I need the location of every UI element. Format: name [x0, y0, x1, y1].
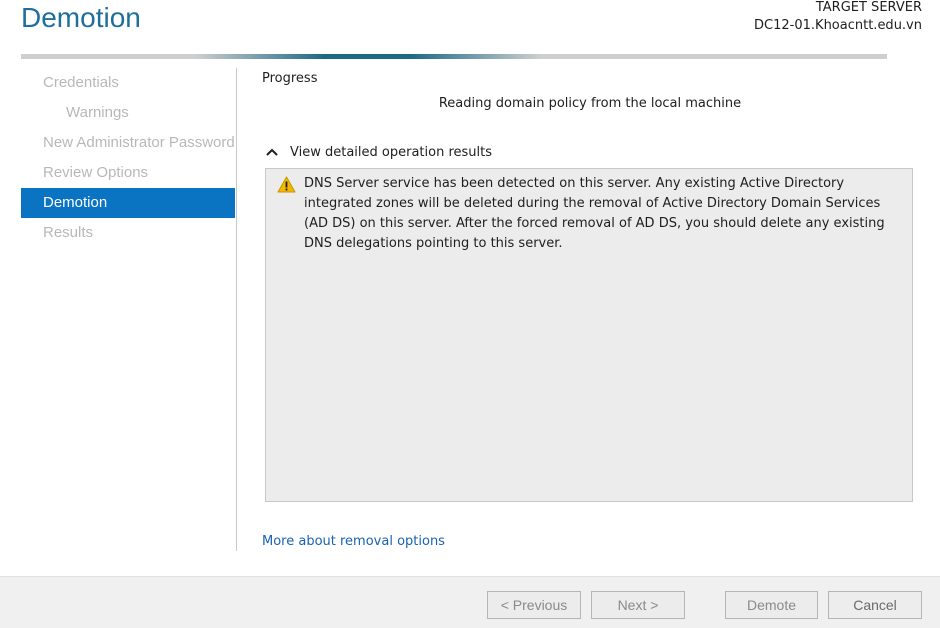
header-progress-bar: [21, 54, 887, 59]
warning-message: DNS Server service has been detected on …: [304, 176, 885, 251]
footer-bar: < Previous Next > Demote Cancel: [0, 576, 940, 628]
nav-item-results[interactable]: Results: [21, 218, 235, 248]
chevron-up-icon: [266, 148, 278, 156]
demote-button[interactable]: Demote: [725, 591, 818, 619]
next-button[interactable]: Next >: [591, 591, 685, 619]
previous-button[interactable]: < Previous: [487, 591, 581, 619]
nav-item-review-options[interactable]: Review Options: [21, 158, 235, 188]
nav-item-new-admin-password[interactable]: New Administrator Password: [21, 128, 235, 158]
warning-icon: [277, 176, 296, 193]
nav-divider: [236, 68, 237, 551]
target-server-label: TARGET SERVER: [815, 0, 922, 15]
more-about-removal-link[interactable]: More about removal options: [262, 533, 445, 551]
nav-item-demotion[interactable]: Demotion: [21, 188, 235, 218]
details-toggle-label: View detailed operation results: [290, 144, 493, 160]
wizard-nav: Credentials Warnings New Administrator P…: [21, 68, 235, 248]
nav-item-credentials[interactable]: Credentials: [21, 68, 235, 98]
cancel-button[interactable]: Cancel: [828, 591, 922, 619]
operation-results-box[interactable]: DNS Server service has been detected on …: [265, 168, 913, 502]
target-server-name: DC12-01.Khoacntt.edu.vn: [754, 18, 922, 33]
page-title: Demotion: [21, 2, 141, 33]
progress-status: Reading domain policy from the local mac…: [438, 96, 742, 111]
progress-label: Progress: [262, 71, 318, 86]
details-toggle[interactable]: View detailed operation results: [266, 143, 492, 161]
nav-item-warnings[interactable]: Warnings: [21, 98, 235, 128]
